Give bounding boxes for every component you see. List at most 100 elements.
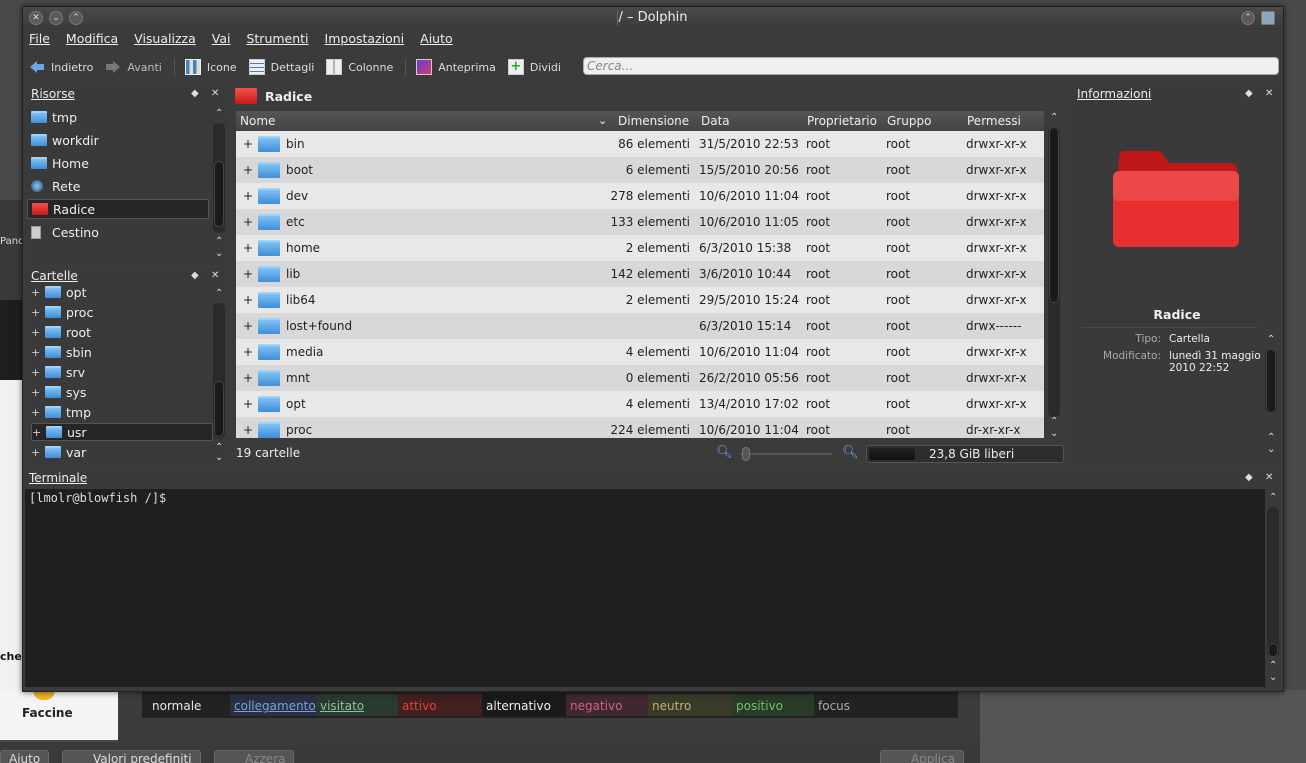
scrollbar-thumb[interactable] [214, 381, 224, 437]
terminal-scrollbar[interactable] [1267, 507, 1279, 657]
expand-icon[interactable]: + [31, 306, 41, 319]
scroll-up-icon[interactable]: ⌃ [1269, 493, 1277, 503]
tree-item-tmp[interactable]: + tmp [31, 403, 91, 421]
scroll-up-icon[interactable]: ⌃ [1050, 417, 1058, 427]
expand-icon[interactable]: + [243, 137, 253, 151]
zoom-slider-handle[interactable] [742, 447, 750, 461]
float-panel-icon[interactable]: ◆ [191, 270, 199, 281]
expand-icon[interactable]: + [32, 426, 42, 439]
table-row[interactable]: + proc 224 elementi 10/6/2010 11:04 root root… [236, 417, 1044, 438]
table-row[interactable]: + boot 6 elementi 15/5/2010 20:56 root root dr… [236, 157, 1044, 183]
header-date[interactable]: Data [701, 114, 730, 128]
menu-help[interactable]: Aiuto [420, 31, 453, 51]
scroll-up-icon[interactable]: ⌃ [1267, 433, 1275, 443]
scroll-up-icon[interactable]: ⌃ [215, 109, 223, 119]
table-row[interactable]: + opt 4 elementi 13/4/2010 17:02 root root drw… [236, 391, 1044, 417]
expand-icon[interactable]: + [31, 406, 41, 419]
scrollbar-thumb[interactable] [1049, 127, 1059, 303]
back-button[interactable]: Indietro [29, 59, 93, 75]
header-group[interactable]: Gruppo [887, 114, 931, 128]
float-panel-icon[interactable]: ◆ [1245, 472, 1253, 483]
expand-icon[interactable]: + [243, 189, 253, 203]
preview-button[interactable]: Anteprima [416, 59, 496, 75]
close-panel-icon[interactable]: ✕ [211, 270, 219, 281]
table-row[interactable]: + home 2 elementi 6/3/2010 15:38 root root drw… [236, 235, 1044, 261]
place-item-network[interactable]: Rete [27, 176, 209, 196]
expand-icon[interactable]: + [243, 163, 253, 177]
scroll-up-icon[interactable]: ⌃ [1050, 113, 1058, 123]
menu-view[interactable]: Visualizza [134, 31, 196, 51]
expand-icon[interactable]: + [31, 446, 41, 459]
tree-item-var[interactable]: + var [31, 443, 86, 461]
info-scrollbar[interactable] [1265, 349, 1277, 413]
expand-icon[interactable]: + [243, 293, 253, 307]
float-panel-icon[interactable]: ◆ [1245, 88, 1253, 99]
expand-icon[interactable]: + [243, 397, 253, 411]
table-row[interactable]: + etc 133 elementi 10/6/2010 11:05 root root d… [236, 209, 1044, 235]
expand-icon[interactable]: + [31, 386, 41, 399]
folders-scrollbar[interactable] [213, 303, 225, 439]
close-panel-icon[interactable]: ✕ [1265, 88, 1273, 99]
split-button[interactable]: + Dividi [507, 59, 561, 75]
scroll-down-icon[interactable]: ⌄ [1050, 429, 1058, 439]
table-row[interactable]: + lost+found 6/3/2010 15:14 root root drwx---… [236, 313, 1044, 339]
location-bar[interactable]: Radice [235, 85, 312, 107]
tree-item-opt[interactable]: + opt [31, 283, 86, 301]
tree-item-sys[interactable]: + sys [31, 383, 86, 401]
expand-icon[interactable]: + [31, 326, 41, 339]
tree-item-root[interactable]: + root [31, 323, 91, 341]
table-row[interactable]: + media 4 elementi 10/6/2010 11:04 root root d… [236, 339, 1044, 365]
forward-button[interactable]: Avanti [105, 59, 162, 75]
terminal-output[interactable]: [lmolr@blowfish /]$ [25, 489, 1265, 687]
zoom-out-icon[interactable]: 🔍︎ [716, 445, 733, 460]
expand-icon[interactable]: + [31, 346, 41, 359]
expand-icon[interactable]: + [31, 286, 41, 299]
scrollbar-thumb[interactable] [1268, 643, 1278, 657]
tree-item-usr[interactable]: + usr [31, 423, 213, 441]
menu-tools[interactable]: Strumenti [246, 31, 308, 51]
places-scrollbar[interactable] [213, 123, 225, 233]
table-row[interactable]: + lib 142 elementi 3/6/2010 10:44 root root dr… [236, 261, 1044, 287]
scroll-up-icon[interactable]: ⌃ [215, 237, 223, 247]
keep-above-icon[interactable]: ⌃ [1241, 11, 1255, 25]
scroll-down-icon[interactable]: ⌄ [1267, 445, 1275, 455]
expand-icon[interactable]: + [31, 366, 41, 379]
file-list[interactable]: Nome ⌄ Dimensione Data Proprietario Grup… [236, 111, 1044, 438]
tree-item-sbin[interactable]: + sbin [31, 343, 92, 361]
place-item-home[interactable]: Home [27, 153, 209, 173]
place-item-trash[interactable]: Cestino [27, 222, 209, 242]
search-input[interactable]: Cerca... [583, 57, 1279, 75]
defaults-button[interactable]: Valori predefiniti [62, 750, 201, 763]
tree-item-srv[interactable]: + srv [31, 363, 85, 381]
reset-button[interactable]: Azzera [214, 750, 295, 763]
details-view-button[interactable]: Dettagli [248, 59, 314, 75]
scroll-down-icon[interactable]: ⌄ [1269, 673, 1277, 683]
table-row[interactable]: + dev 278 elementi 10/6/2010 11:04 root root d… [236, 183, 1044, 209]
menu-file[interactable]: File [29, 31, 50, 51]
columns-view-button[interactable]: Colonne [326, 59, 393, 75]
expand-icon[interactable]: + [243, 241, 253, 255]
close-panel-icon[interactable]: ✕ [211, 88, 219, 99]
scroll-down-icon[interactable]: ⌄ [215, 453, 223, 463]
expand-icon[interactable]: + [243, 319, 253, 333]
header-name[interactable]: Nome [240, 114, 275, 128]
header-size[interactable]: Dimensione [618, 114, 689, 128]
header-owner[interactable]: Proprietario [807, 114, 877, 128]
zoom-in-icon[interactable]: 🔍︎ [842, 445, 859, 460]
expand-icon[interactable]: + [243, 345, 253, 359]
file-list-scrollbar[interactable] [1048, 127, 1060, 417]
scroll-up-icon[interactable]: ⌃ [1267, 335, 1275, 345]
scroll-up-icon[interactable]: ⌃ [1269, 661, 1277, 671]
table-row[interactable]: + bin 86 elementi 31/5/2010 22:53 root root dr… [236, 131, 1044, 157]
scrollbar-thumb[interactable] [1266, 349, 1276, 413]
expand-icon[interactable]: + [243, 215, 253, 229]
place-item-tmp[interactable]: tmp [27, 107, 209, 127]
zoom-slider[interactable] [740, 453, 832, 455]
icons-view-button[interactable]: Icone [184, 59, 237, 75]
place-item-root[interactable]: Radice [27, 199, 209, 219]
tree-item-proc[interactable]: + proc [31, 303, 93, 321]
apply-button[interactable]: Applica [880, 750, 965, 763]
help-button[interactable]: Aiuto [0, 750, 50, 763]
place-item-workdir[interactable]: workdir [27, 130, 209, 150]
scroll-up-icon[interactable]: ⌃ [215, 289, 223, 299]
